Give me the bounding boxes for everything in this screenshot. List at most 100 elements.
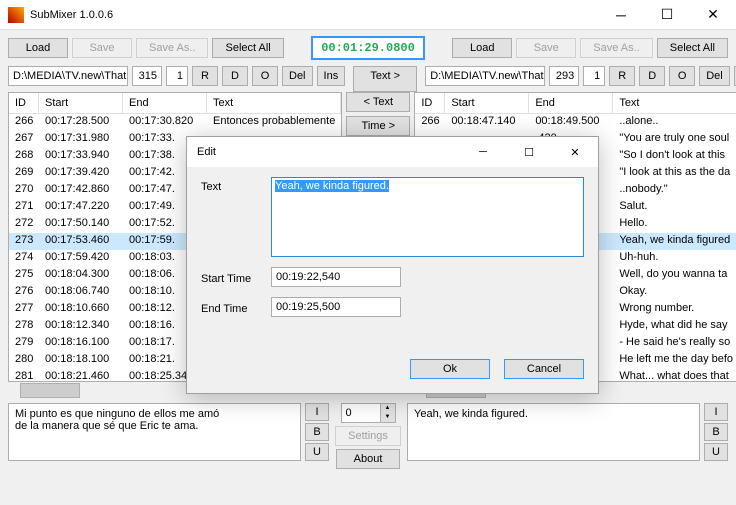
right-load-button[interactable]: Load xyxy=(452,38,512,58)
left-ins-button[interactable]: Ins xyxy=(317,66,346,86)
left-b-button[interactable]: B xyxy=(305,423,329,441)
dialog-maximize-button[interactable]: ☐ xyxy=(506,137,552,167)
cancel-button[interactable]: Cancel xyxy=(504,359,584,379)
left-preview[interactable]: Mi punto es que ninguno de ellos me amó … xyxy=(8,403,301,461)
left-pos-box[interactable]: 1 xyxy=(166,66,188,86)
dialog-close-button[interactable]: ✕ xyxy=(552,137,598,167)
edit-dialog: Edit ─ ☐ ✕ Text Start Time 00:19:22,540 … xyxy=(186,136,599,394)
right-d-button[interactable]: D xyxy=(639,66,665,86)
left-r-button[interactable]: R xyxy=(192,66,218,86)
titlebar: SubMixer 1.0.0.6 ─ ☐ ✕ xyxy=(0,0,736,30)
table-row[interactable]: 26600:17:28.50000:17:30.820Entonces prob… xyxy=(9,114,341,131)
cell-text: ..nobody." xyxy=(613,182,736,199)
settings-button: Settings xyxy=(335,426,401,446)
app-title: SubMixer 1.0.0.6 xyxy=(30,9,598,21)
table-row[interactable]: 26600:18:47.14000:18:49.500..alone.. xyxy=(415,114,736,131)
cell-id: 268 xyxy=(9,148,39,165)
dialog-minimize-button[interactable]: ─ xyxy=(460,137,506,167)
left-path-row: D:\MEDIA\TV.new\That 7 315 1 R D O Del I… xyxy=(0,64,353,92)
th-end[interactable]: End xyxy=(123,93,207,113)
spin-up-icon[interactable]: ▲ xyxy=(381,404,395,413)
text-label: Text xyxy=(201,177,261,193)
right-b-button[interactable]: B xyxy=(704,423,728,441)
cell-start: 00:18:16.100 xyxy=(39,335,123,352)
cell-text: "So I don't look at this xyxy=(613,148,736,165)
right-save-button: Save xyxy=(516,38,576,58)
right-count-box[interactable]: 293 xyxy=(549,66,579,86)
right-path-box[interactable]: D:\MEDIA\TV.new\That xyxy=(425,66,545,86)
cell-id: 281 xyxy=(9,369,39,382)
cell-start: 00:17:39.420 xyxy=(39,165,123,182)
cell-start: 00:17:42.860 xyxy=(39,182,123,199)
time-right-button[interactable]: Time > xyxy=(346,116,410,136)
start-time-input[interactable]: 00:19:22,540 xyxy=(271,267,401,287)
right-i-button[interactable]: I xyxy=(704,403,728,421)
cell-id: 276 xyxy=(9,284,39,301)
minimize-button[interactable]: ─ xyxy=(598,0,644,30)
spinner-input[interactable] xyxy=(341,403,381,423)
th-start[interactable]: Start xyxy=(39,93,123,113)
left-load-button[interactable]: Load xyxy=(8,38,68,58)
right-path-row: D:\MEDIA\TV.new\That 293 1 R D O Del Ins xyxy=(417,64,736,92)
right-del-button[interactable]: Del xyxy=(699,66,730,86)
text-left-button[interactable]: < Text xyxy=(346,92,410,112)
cell-id: 272 xyxy=(9,216,39,233)
left-saveas-button: Save As.. xyxy=(136,38,208,58)
left-del-button[interactable]: Del xyxy=(282,66,313,86)
cell-start: 00:18:47.140 xyxy=(445,114,529,131)
left-selectall-button[interactable]: Select All xyxy=(212,38,283,58)
th-text[interactable]: Text xyxy=(207,93,341,113)
cell-start: 00:18:18.100 xyxy=(39,352,123,369)
right-o-button[interactable]: O xyxy=(669,66,695,86)
th-start[interactable]: Start xyxy=(445,93,529,113)
text-textarea[interactable] xyxy=(271,177,584,257)
cell-text: Entonces probablemente xyxy=(207,114,341,131)
cell-text: "I look at this as the da xyxy=(613,165,736,182)
cell-start: 00:18:10.660 xyxy=(39,301,123,318)
right-r-button[interactable]: R xyxy=(609,66,635,86)
cell-start: 00:17:28.500 xyxy=(39,114,123,131)
right-pos-box[interactable]: 1 xyxy=(583,66,605,86)
cell-text: He left me the day befo xyxy=(613,352,736,369)
cell-start: 00:17:53.460 xyxy=(39,233,123,250)
spinner[interactable]: ▲▼ xyxy=(341,403,396,423)
cell-id: 270 xyxy=(9,182,39,199)
cell-start: 00:17:47.220 xyxy=(39,199,123,216)
right-preview[interactable]: Yeah, we kinda figured. xyxy=(407,403,700,461)
spin-down-icon[interactable]: ▼ xyxy=(381,413,395,422)
cell-start: 00:18:04.300 xyxy=(39,267,123,284)
right-side-buttons: I B U xyxy=(704,403,728,469)
left-d-button[interactable]: D xyxy=(222,66,248,86)
cell-end: 00:18:49.500 xyxy=(529,114,613,131)
cell-id: 278 xyxy=(9,318,39,335)
ok-button[interactable]: Ok xyxy=(410,359,490,379)
right-selectall-button[interactable]: Select All xyxy=(657,38,728,58)
left-u-button[interactable]: U xyxy=(305,443,329,461)
cell-id: 269 xyxy=(9,165,39,182)
close-button[interactable]: ✕ xyxy=(690,0,736,30)
text-right-button[interactable]: Text > xyxy=(353,66,417,92)
left-count-box[interactable]: 315 xyxy=(132,66,162,86)
th-end[interactable]: End xyxy=(529,93,613,113)
cell-text: Uh-huh. xyxy=(613,250,736,267)
about-button[interactable]: About xyxy=(336,449,400,469)
left-o-button[interactable]: O xyxy=(252,66,278,86)
maximize-button[interactable]: ☐ xyxy=(644,0,690,30)
right-u-button[interactable]: U xyxy=(704,443,728,461)
cell-start: 00:17:50.140 xyxy=(39,216,123,233)
th-id[interactable]: ID xyxy=(415,93,445,113)
left-i-button[interactable]: I xyxy=(305,403,329,421)
cell-text: "You are truly one soul xyxy=(613,131,736,148)
cell-id: 273 xyxy=(9,233,39,250)
th-id[interactable]: ID xyxy=(9,93,39,113)
cell-id: 267 xyxy=(9,131,39,148)
cell-text: Okay. xyxy=(613,284,736,301)
cell-text: Well, do you wanna ta xyxy=(613,267,736,284)
cell-id: 279 xyxy=(9,335,39,352)
end-time-input[interactable]: 00:19:25,500 xyxy=(271,297,401,317)
left-side-buttons: I B U xyxy=(305,403,329,469)
th-text[interactable]: Text xyxy=(613,93,736,113)
cell-text: Salut. xyxy=(613,199,736,216)
left-path-box[interactable]: D:\MEDIA\TV.new\That 7 xyxy=(8,66,128,86)
dialog-title: Edit xyxy=(197,146,460,158)
